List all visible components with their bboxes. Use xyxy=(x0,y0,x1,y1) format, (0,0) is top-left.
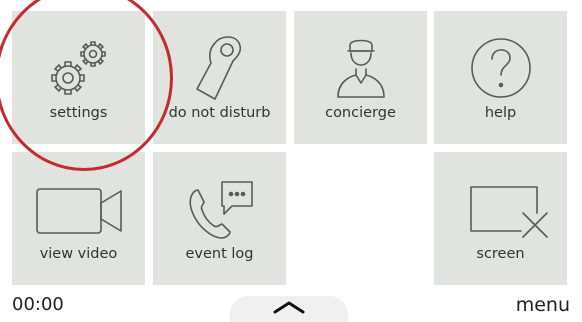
question-icon xyxy=(434,29,567,107)
menu-button[interactable]: menu xyxy=(516,294,570,316)
concierge-tile[interactable]: concierge xyxy=(294,11,427,144)
help-tile[interactable]: help xyxy=(434,11,567,144)
chevron-up-icon xyxy=(273,301,305,314)
clock: 00:00 xyxy=(12,294,64,315)
screen-label: screen xyxy=(476,246,525,262)
do-not-disturb-label: do not disturb xyxy=(168,105,271,121)
view-video-tile[interactable]: view video xyxy=(12,152,145,285)
event-log-label: event log xyxy=(185,246,254,262)
view-video-label: view video xyxy=(39,246,118,262)
door-hanger-icon xyxy=(153,29,286,107)
settings-tile[interactable]: settings xyxy=(12,11,145,144)
gears-icon xyxy=(12,29,145,107)
event-log-tile[interactable]: event log xyxy=(153,152,286,285)
video-camera-icon xyxy=(12,170,145,248)
screen-tile[interactable]: screen xyxy=(434,152,567,285)
help-label: help xyxy=(484,105,517,121)
phone-message-icon xyxy=(153,170,286,248)
concierge-icon xyxy=(294,29,427,107)
screen-off-icon xyxy=(434,170,567,248)
settings-label: settings xyxy=(49,105,108,121)
concierge-label: concierge xyxy=(325,105,396,121)
home-screen: settings do not disturb concierge help v… xyxy=(0,0,582,322)
do-not-disturb-tile[interactable]: do not disturb xyxy=(153,11,286,144)
menu-handle[interactable] xyxy=(230,296,348,322)
